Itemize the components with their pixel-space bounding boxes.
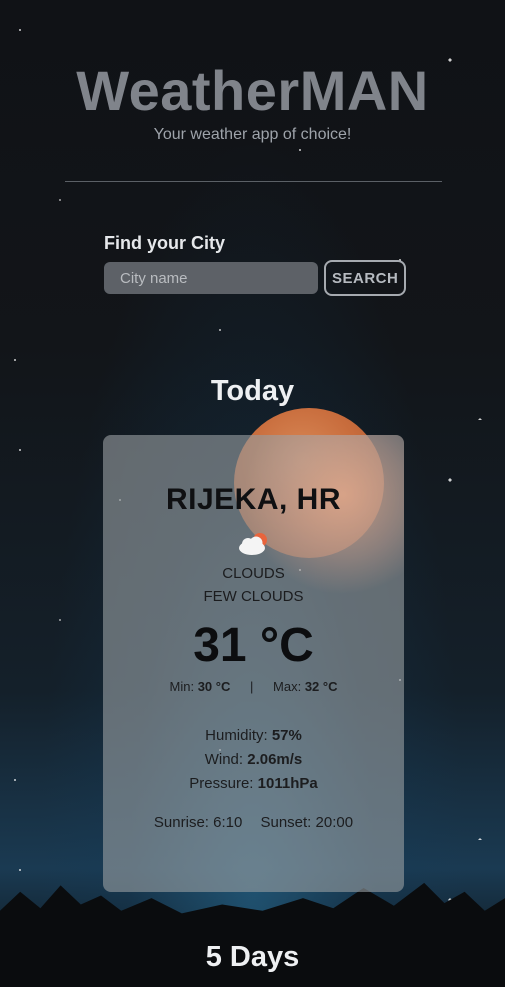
- pressure-row: Pressure: 1011hPa: [103, 772, 404, 796]
- sunrise-time: Sunrise: 6:10: [153, 814, 243, 831]
- humidity-row: Humidity: 57%: [103, 724, 404, 748]
- weather-main: CLOUDS: [222, 565, 285, 582]
- weather-details: Humidity: 57% Wind: 2.06m/s Pressure: 10…: [103, 724, 404, 796]
- humidity-value: 57%: [271, 727, 302, 744]
- pressure-label: Pressure:: [189, 775, 254, 792]
- max-label: Max:: [273, 679, 302, 694]
- wind-row: Wind: 2.06m/s: [103, 748, 404, 772]
- pressure-value: 1011hPa: [257, 775, 318, 792]
- max-value: 32 °C: [304, 679, 338, 694]
- five-days-title: 5 Days: [205, 941, 300, 973]
- few-clouds-icon: [236, 531, 272, 557]
- today-title: Today: [210, 375, 295, 407]
- current-temperature: 31 °C: [193, 619, 314, 672]
- humidity-label: Humidity:: [205, 727, 268, 744]
- wind-value: 2.06m/s: [247, 751, 303, 768]
- today-weather-card: RIJEKA, HR CLOUDS FEW CLOUDS 31 °C Min: …: [103, 435, 404, 892]
- header-divider: [65, 181, 442, 182]
- sunset-time: Sunset: 20:00: [260, 814, 354, 831]
- wind-label: Wind:: [204, 751, 244, 768]
- app-title: WeatherMAN: [76, 59, 429, 122]
- app-subtitle: Your weather app of choice!: [153, 126, 352, 143]
- city-search-input[interactable]: [104, 262, 318, 294]
- search-row: SEARCH: [104, 260, 406, 296]
- sun-times: Sunrise: 6:10 Sunset: 20:00: [103, 814, 404, 831]
- min-max-temperature: Min: 30 °C | Max: 32 °C: [103, 679, 404, 694]
- weather-description: FEW CLOUDS: [203, 588, 304, 605]
- city-name: RIJEKA, HR: [165, 483, 342, 516]
- min-value: 30 °C: [197, 679, 231, 694]
- min-label: Min:: [169, 679, 195, 694]
- min-max-separator: |: [250, 679, 254, 694]
- app-header: WeatherMAN Your weather app of choice!: [0, 60, 505, 144]
- search-button[interactable]: SEARCH: [324, 260, 406, 296]
- search-label: Find your City: [104, 233, 225, 253]
- city-search: Find your City SEARCH: [104, 233, 406, 296]
